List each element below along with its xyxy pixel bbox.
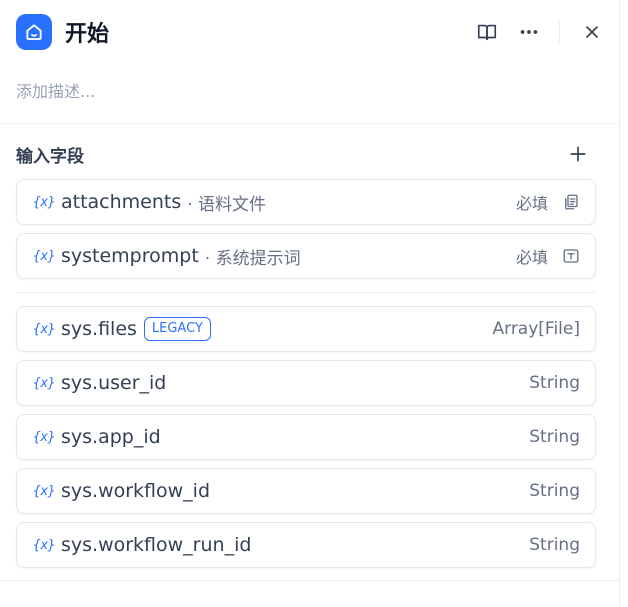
variable-icon: {x}	[33, 194, 55, 210]
variable-name: sys.app_id	[60, 426, 161, 448]
home-icon	[16, 14, 52, 50]
close-icon[interactable]	[578, 18, 606, 46]
variable-icon: {x}	[33, 483, 55, 499]
file-list-icon	[562, 193, 580, 211]
input-fields-title: 输入字段	[16, 147, 84, 167]
system-var-row-app-id: {x} sys.app_id String	[16, 414, 596, 460]
legacy-badge: LEGACY	[143, 317, 211, 341]
required-tag: 必填	[515, 194, 548, 213]
more-icon[interactable]	[515, 18, 543, 46]
variable-name: systemprompt	[60, 245, 199, 267]
system-var-row-workflow-id: {x} sys.workflow_id String	[16, 468, 596, 514]
header-separator	[559, 21, 560, 43]
divider	[0, 580, 620, 581]
input-field-row-attachments[interactable]: {x} attachments · 语料文件 必填	[16, 179, 596, 225]
divider	[0, 123, 620, 124]
text-input-icon	[562, 247, 580, 265]
variable-label: · 语料文件	[187, 194, 267, 215]
start-node-panel: 开始 添加描述... 输入字段 {x} attachments · 语料文件 必…	[0, 0, 620, 607]
description-input[interactable]: 添加描述...	[16, 78, 95, 102]
book-open-icon[interactable]	[473, 18, 501, 46]
variable-label: · 系统提示词	[204, 248, 301, 269]
variable-icon: {x}	[33, 248, 55, 264]
variable-type: String	[529, 373, 580, 393]
variable-icon: {x}	[33, 375, 55, 391]
system-var-row-files: {x} sys.files LEGACY Array[File]	[16, 306, 596, 352]
variable-type: String	[529, 535, 580, 555]
plus-icon[interactable]	[566, 142, 590, 166]
variable-type: String	[529, 427, 580, 447]
variable-type: Array[File]	[492, 319, 581, 339]
variable-name: sys.workflow_id	[60, 480, 211, 502]
required-tag: 必填	[515, 248, 548, 267]
variable-type: String	[529, 481, 580, 501]
divider	[16, 292, 596, 293]
system-var-row-workflow-run-id: {x} sys.workflow_run_id String	[16, 522, 596, 568]
variable-icon: {x}	[33, 429, 55, 445]
input-field-row-systemprompt[interactable]: {x} systemprompt · 系统提示词 必填	[16, 233, 596, 279]
variable-name: sys.user_id	[60, 372, 167, 394]
system-var-row-user-id: {x} sys.user_id String	[16, 360, 596, 406]
variable-icon: {x}	[33, 537, 55, 553]
variable-name: attachments	[60, 191, 182, 213]
variable-name: sys.workflow_run_id	[60, 534, 252, 556]
node-title[interactable]: 开始	[65, 16, 473, 48]
variable-name: sys.files	[60, 318, 137, 340]
panel-header: 开始	[16, 14, 606, 50]
variable-icon: {x}	[33, 321, 55, 337]
